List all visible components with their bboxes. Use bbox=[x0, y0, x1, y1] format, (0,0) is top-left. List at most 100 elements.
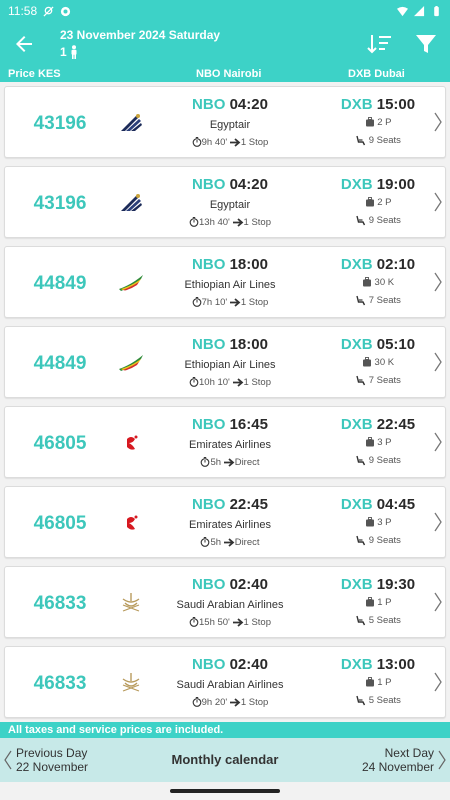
seat-icon bbox=[356, 215, 366, 226]
timer-icon bbox=[192, 697, 201, 708]
duration-stops: 5h Direct bbox=[155, 537, 305, 548]
arrival: DXB 04:45 bbox=[323, 496, 433, 513]
airline-name: Emirates Airlines bbox=[189, 519, 271, 531]
luggage-icon bbox=[362, 277, 371, 287]
baggage-allowance: 30 K bbox=[323, 357, 433, 368]
flight-card[interactable]: 44849 NBO 18:00 Ethiopian Air Lines 7h 10' … bbox=[4, 246, 446, 318]
arrow-right-icon bbox=[232, 618, 243, 627]
flight-stops: Direct bbox=[234, 457, 260, 468]
flight-price: 46805 bbox=[33, 513, 87, 534]
flight-price: 43196 bbox=[33, 113, 87, 134]
seats-value: 9 Seats bbox=[368, 535, 401, 547]
available-seats: 9 Seats bbox=[323, 215, 433, 226]
arrival-code: DXB bbox=[340, 176, 373, 193]
flight-card[interactable]: 44849 NBO 18:00 Ethiopian Air Lines 10h 10'… bbox=[4, 326, 446, 398]
flight-price: 44849 bbox=[33, 273, 87, 294]
chevron-right-icon bbox=[434, 352, 442, 372]
arrival-time: 22:45 bbox=[376, 416, 416, 433]
chevron-left-icon bbox=[4, 750, 12, 770]
departure: NBO 04:20 bbox=[155, 176, 305, 193]
chevron-right-icon bbox=[434, 672, 442, 692]
flight-price: 46805 bbox=[33, 433, 87, 454]
flight-card[interactable]: 46833 NBO 02:40 Saudi Arabian Airlines 15h … bbox=[4, 566, 446, 638]
chevron-right-icon bbox=[434, 272, 442, 292]
duration-stops: 9h 20' 1 Stop bbox=[155, 697, 305, 708]
departure: NBO 02:40 bbox=[155, 576, 305, 593]
timer-icon bbox=[189, 617, 199, 628]
seats-value: 9 Seats bbox=[368, 135, 401, 147]
monthly-calendar-button[interactable]: Monthly calendar bbox=[172, 752, 279, 767]
passenger-count-value: 1 bbox=[60, 45, 67, 59]
flight-card[interactable]: 43196 NBO 04:20 Egyptair 13h 40' 1 Stop DXB … bbox=[4, 166, 446, 238]
duration-stops: 5h Direct bbox=[155, 457, 305, 468]
available-seats: 9 Seats bbox=[323, 455, 433, 466]
arrival: DXB 19:30 bbox=[323, 576, 433, 593]
departure: NBO 16:45 bbox=[155, 416, 305, 433]
duration-stops: 10h 10' 1 Stop bbox=[155, 377, 305, 388]
luggage-icon bbox=[362, 357, 371, 367]
seat-icon bbox=[356, 535, 366, 546]
previous-day-date: 22 November bbox=[16, 760, 89, 774]
flight-duration: 5h bbox=[210, 537, 222, 548]
home-gesture-handle[interactable] bbox=[170, 789, 280, 793]
egyptair-logo bbox=[117, 191, 145, 215]
luggage-icon bbox=[365, 197, 374, 207]
departure-time: 22:45 bbox=[229, 496, 268, 513]
arrow-right-icon bbox=[229, 138, 241, 147]
arrival-code: DXB bbox=[340, 656, 373, 673]
arrow-right-icon bbox=[223, 458, 235, 467]
next-day-label: Next Day bbox=[384, 746, 434, 760]
flight-duration: 9h 40' bbox=[201, 137, 228, 148]
flight-stops: 1 Stop bbox=[240, 297, 269, 308]
seats-value: 7 Seats bbox=[368, 295, 401, 307]
arrival-time: 19:00 bbox=[376, 176, 416, 193]
departure-code: NBO bbox=[192, 416, 226, 433]
chevron-right-icon bbox=[438, 750, 446, 770]
arrival: DXB 19:00 bbox=[323, 176, 433, 193]
back-arrow-icon[interactable] bbox=[12, 32, 36, 56]
flight-card[interactable]: 46805 NBO 22:45 Emirates Airlines 5h Direct… bbox=[4, 486, 446, 558]
arrival-time: 05:10 bbox=[376, 336, 416, 353]
departure: NBO 02:40 bbox=[155, 656, 305, 673]
filter-icon[interactable] bbox=[414, 32, 438, 56]
departure-code: NBO bbox=[192, 96, 226, 113]
destination-column-header: DXB Dubai bbox=[348, 68, 405, 80]
baggage-allowance: 3 P bbox=[323, 517, 433, 528]
seat-icon bbox=[356, 455, 366, 466]
arrival: DXB 13:00 bbox=[323, 656, 433, 673]
seat-icon bbox=[356, 695, 366, 706]
arrival-code: DXB bbox=[340, 256, 373, 273]
departure-code: NBO bbox=[192, 656, 226, 673]
flight-card[interactable]: 46805 NBO 16:45 Emirates Airlines 5h Direct… bbox=[4, 406, 446, 478]
seats-value: 9 Seats bbox=[368, 215, 401, 227]
arrival-code: DXB bbox=[340, 336, 373, 353]
flight-card[interactable]: 43196 NBO 04:20 Egyptair 9h 40' 1 Stop DXB 1… bbox=[4, 86, 446, 158]
seats-value: 9 Seats bbox=[368, 455, 401, 467]
emirates-logo bbox=[117, 511, 145, 535]
flight-card[interactable]: 46833 NBO 02:40 Saudi Arabian Airlines 9h 2… bbox=[4, 646, 446, 718]
arrival-code: DXB bbox=[340, 576, 373, 593]
arrival: DXB 22:45 bbox=[323, 416, 433, 433]
departure-time: 18:00 bbox=[229, 336, 268, 353]
arrival-code: DXB bbox=[340, 96, 373, 113]
baggage-value: 1 P bbox=[377, 677, 392, 688]
airline-name: Egyptair bbox=[209, 199, 251, 211]
flight-price: 46833 bbox=[33, 673, 87, 694]
previous-day-button[interactable]: Previous Day 22 November bbox=[4, 746, 88, 774]
duration-stops: 13h 40' 1 Stop bbox=[155, 217, 305, 228]
app-bar: 23 November 2024 Saturday 1 bbox=[0, 22, 450, 66]
baggage-allowance: 2 P bbox=[323, 117, 433, 128]
signal-icon bbox=[414, 5, 425, 16]
arrival-time: 19:30 bbox=[376, 576, 416, 593]
luggage-icon bbox=[365, 437, 374, 447]
seat-icon bbox=[356, 375, 366, 386]
duration-stops: 7h 10' 1 Stop bbox=[155, 297, 305, 308]
departure: NBO 18:00 bbox=[155, 336, 305, 353]
chevron-right-icon bbox=[434, 112, 442, 132]
departure: NBO 18:00 bbox=[155, 256, 305, 273]
next-day-button[interactable]: Next Day 24 November bbox=[362, 746, 446, 774]
arrow-right-icon bbox=[232, 218, 243, 227]
sort-icon[interactable] bbox=[366, 32, 392, 56]
flight-stops: 1 Stop bbox=[243, 617, 271, 628]
departure-time: 16:45 bbox=[229, 416, 268, 433]
